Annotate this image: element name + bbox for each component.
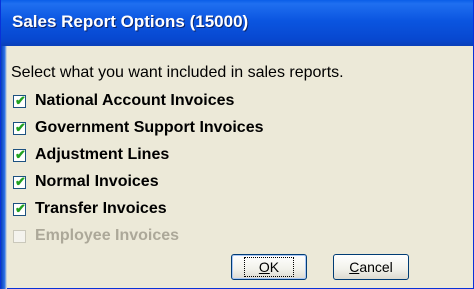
option-label: Employee Invoices bbox=[35, 227, 180, 244]
checkmark-icon: ✔ bbox=[15, 200, 26, 216]
option-label: Normal Invoices bbox=[35, 173, 159, 190]
option-normal-invoices[interactable]: ✔ Normal Invoices bbox=[13, 171, 159, 193]
government-support-invoices-checkbox[interactable]: ✔ bbox=[13, 119, 26, 135]
adjustment-lines-checkbox[interactable]: ✔ bbox=[13, 146, 26, 162]
employee-invoices-checkbox bbox=[13, 229, 26, 243]
instruction-text: Select what you want included in sales r… bbox=[11, 64, 344, 81]
ok-mnemonic: O bbox=[258, 259, 270, 275]
option-label: Adjustment Lines bbox=[35, 146, 170, 163]
option-adjustment-lines[interactable]: ✔ Adjustment Lines bbox=[13, 144, 169, 166]
option-employee-invoices: Employee Invoices bbox=[13, 225, 179, 247]
normal-invoices-checkbox[interactable]: ✔ bbox=[13, 173, 26, 189]
checkmark-icon: ✔ bbox=[15, 173, 26, 189]
option-label: National Account Invoices bbox=[35, 92, 235, 109]
ok-label-rest: K bbox=[269, 259, 280, 275]
cancel-label-rest: ancel bbox=[359, 259, 393, 275]
title-bar[interactable]: Sales Report Options (15000) bbox=[1, 0, 473, 46]
ok-button[interactable]: OK bbox=[231, 254, 307, 280]
transfer-invoices-checkbox[interactable]: ✔ bbox=[13, 200, 26, 216]
national-account-invoices-checkbox[interactable]: ✔ bbox=[13, 92, 26, 108]
option-label: Transfer Invoices bbox=[35, 200, 167, 217]
option-label: Government Support Invoices bbox=[35, 119, 264, 136]
dialog-content: Select what you want included in sales r… bbox=[7, 46, 473, 288]
option-transfer-invoices[interactable]: ✔ Transfer Invoices bbox=[13, 198, 167, 220]
option-national-account-invoices[interactable]: ✔ National Account Invoices bbox=[13, 90, 234, 112]
cancel-mnemonic: C bbox=[349, 259, 360, 275]
sales-report-options-dialog: Sales Report Options (15000) Select what… bbox=[0, 0, 474, 289]
cancel-button[interactable]: Cancel bbox=[333, 254, 409, 280]
checkmark-icon: ✔ bbox=[15, 92, 26, 108]
checkmark-icon: ✔ bbox=[15, 146, 26, 162]
dialog-title: Sales Report Options (15000) bbox=[12, 12, 249, 31]
option-government-support-invoices[interactable]: ✔ Government Support Invoices bbox=[13, 117, 263, 139]
focus-rect: OK bbox=[243, 257, 295, 277]
checkmark-icon: ✔ bbox=[15, 119, 26, 135]
